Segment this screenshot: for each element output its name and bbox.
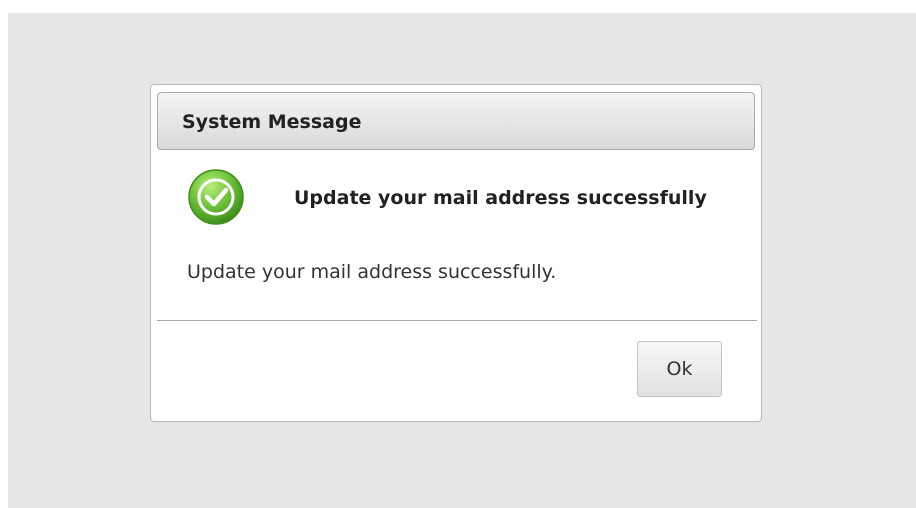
system-message-dialog: System Message Update your mail address … [150,84,762,422]
dialog-title: System Message [182,111,362,133]
dialog-divider [157,320,757,321]
success-check-icon [187,168,245,226]
ok-button[interactable]: Ok [637,341,722,397]
dialog-heading: Update your mail address successfully [294,187,707,209]
dialog-titlebar: System Message [157,92,755,150]
dialog-message: Update your mail address successfully. [187,261,557,283]
